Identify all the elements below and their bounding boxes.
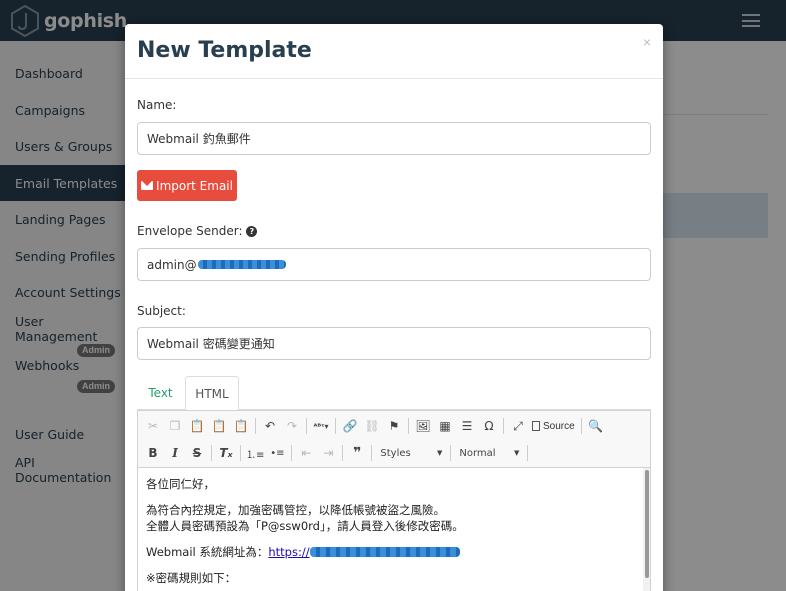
redacted-url [309,547,460,557]
anchor-flag-icon[interactable]: ⚑ [383,415,405,437]
bulleted-list-icon[interactable]: •≡ [266,442,288,464]
editor-scrollbar[interactable] [643,468,650,591]
preview-icon[interactable]: 🔍 [585,415,607,437]
strikethrough-icon[interactable]: S [186,442,208,464]
cut-icon[interactable]: ✂ [142,415,164,437]
toolbar-separator [211,445,212,461]
body-line-3: Webmail 系統網址為：https:// [146,544,635,560]
scrollbar-thumb[interactable] [645,470,649,578]
blockquote-icon[interactable]: ❞ [346,442,368,464]
special-char-icon[interactable]: Ω [478,415,500,437]
subject-input[interactable]: Webmail 密碼變更通知 [137,327,651,360]
name-label: Name: [137,98,177,112]
copy-icon[interactable]: ❐ [164,415,186,437]
horizontal-rule-icon[interactable]: ☰ [456,415,478,437]
new-template-modal: New Template × Name: Webmail 釣魚郵件 Import… [125,24,663,591]
body-line-2: 全體人員密碼預設為「P@ssw0rd」，請人員登入後修改密碼。 [146,519,464,533]
tab-text[interactable]: Text [137,376,184,410]
redacted-domain [197,260,286,269]
redo-icon[interactable]: ↷ [281,415,303,437]
italic-icon[interactable]: I [164,442,186,464]
source-button[interactable]: Source [529,415,578,437]
indent-icon[interactable]: ⇥ [317,442,339,464]
modal-title: New Template [137,38,312,63]
toolbar-separator [306,418,307,434]
envelope-sender-label: Envelope Sender: ? [137,224,258,238]
envelope-icon [141,181,154,190]
body-greeting: 各位同仁好， [146,477,215,491]
toolbar-separator [527,445,529,461]
body-line-1: 為符合內控規定，加強密碼管控，以降低帳號被盜之風險。 [146,503,445,517]
toolbar-separator [255,418,256,434]
outdent-icon[interactable]: ⇤ [295,442,317,464]
webmail-link[interactable]: https:// [268,545,309,559]
envelope-sender-input[interactable]: admin@ [137,248,651,281]
remove-format-icon[interactable]: Tₓ [215,442,237,464]
editor-toolbar: ✂ ❐ 📋 📋 📋 ↶ ↷ ᴬᴮᶜ▾ 🔗 ⛓ ⚑ 🖼 ▦ ☰ Ω ⤢ Sourc… [138,411,650,468]
chevron-down-icon: ▼ [514,449,520,457]
toolbar-separator [408,418,409,434]
editor-content[interactable]: 各位同仁好， 為符合內控規定，加強密碼管控，以降低帳號被盜之風險。 全體人員密碼… [138,468,643,591]
toolbar-separator [450,445,452,461]
paste-word-icon[interactable]: 📋 [230,415,252,437]
toolbar-separator [371,445,373,461]
tab-html[interactable]: HTML [185,376,239,411]
source-doc-icon [532,421,540,431]
undo-icon[interactable]: ↶ [259,415,281,437]
chevron-down-icon: ▼ [437,449,443,457]
spellcheck-icon[interactable]: ᴬᴮᶜ▾ [310,415,332,437]
toolbar-separator [503,418,504,434]
html-editor: ✂ ❐ 📋 📋 📋 ↶ ↷ ᴬᴮᶜ▾ 🔗 ⛓ ⚑ 🖼 ▦ ☰ Ω ⤢ Sourc… [137,410,651,591]
name-input[interactable]: Webmail 釣魚郵件 [137,122,651,155]
toolbar-separator [580,418,582,434]
numbered-list-icon[interactable]: ⒈≡ [244,442,266,464]
toolbar-row-2: B I S Tₓ ⒈≡ •≡ ⇤ ⇥ ❞ Styles ▼ Normal ▼ [142,442,531,464]
unlink-icon[interactable]: ⛓ [361,415,383,437]
body-line-4: ※密碼規則如下： [146,571,237,585]
question-circle-icon[interactable]: ? [246,226,258,237]
toolbar-separator [335,418,336,434]
paste-text-icon[interactable]: 📋 [208,415,230,437]
maximize-icon[interactable]: ⤢ [507,415,529,437]
image-icon[interactable]: 🖼 [412,415,434,437]
import-email-button[interactable]: Import Email [137,170,237,201]
format-dropdown[interactable]: Normal ▼ [454,444,524,462]
toolbar-separator [291,445,293,461]
toolbar-separator [240,445,241,461]
paste-icon[interactable]: 📋 [186,415,208,437]
modal-header: New Template × [125,24,663,79]
toolbar-separator [342,445,344,461]
editor-tabs: Text HTML [137,376,651,411]
bold-icon[interactable]: B [142,442,164,464]
styles-dropdown[interactable]: Styles ▼ [375,444,447,462]
toolbar-row-1: ✂ ❐ 📋 📋 📋 ↶ ↷ ᴬᴮᶜ▾ 🔗 ⛓ ⚑ 🖼 ▦ ☰ Ω ⤢ Sourc… [142,415,607,437]
close-icon[interactable]: × [643,34,651,50]
subject-label: Subject: [137,304,186,318]
link-icon[interactable]: 🔗 [339,415,361,437]
table-icon[interactable]: ▦ [434,415,456,437]
